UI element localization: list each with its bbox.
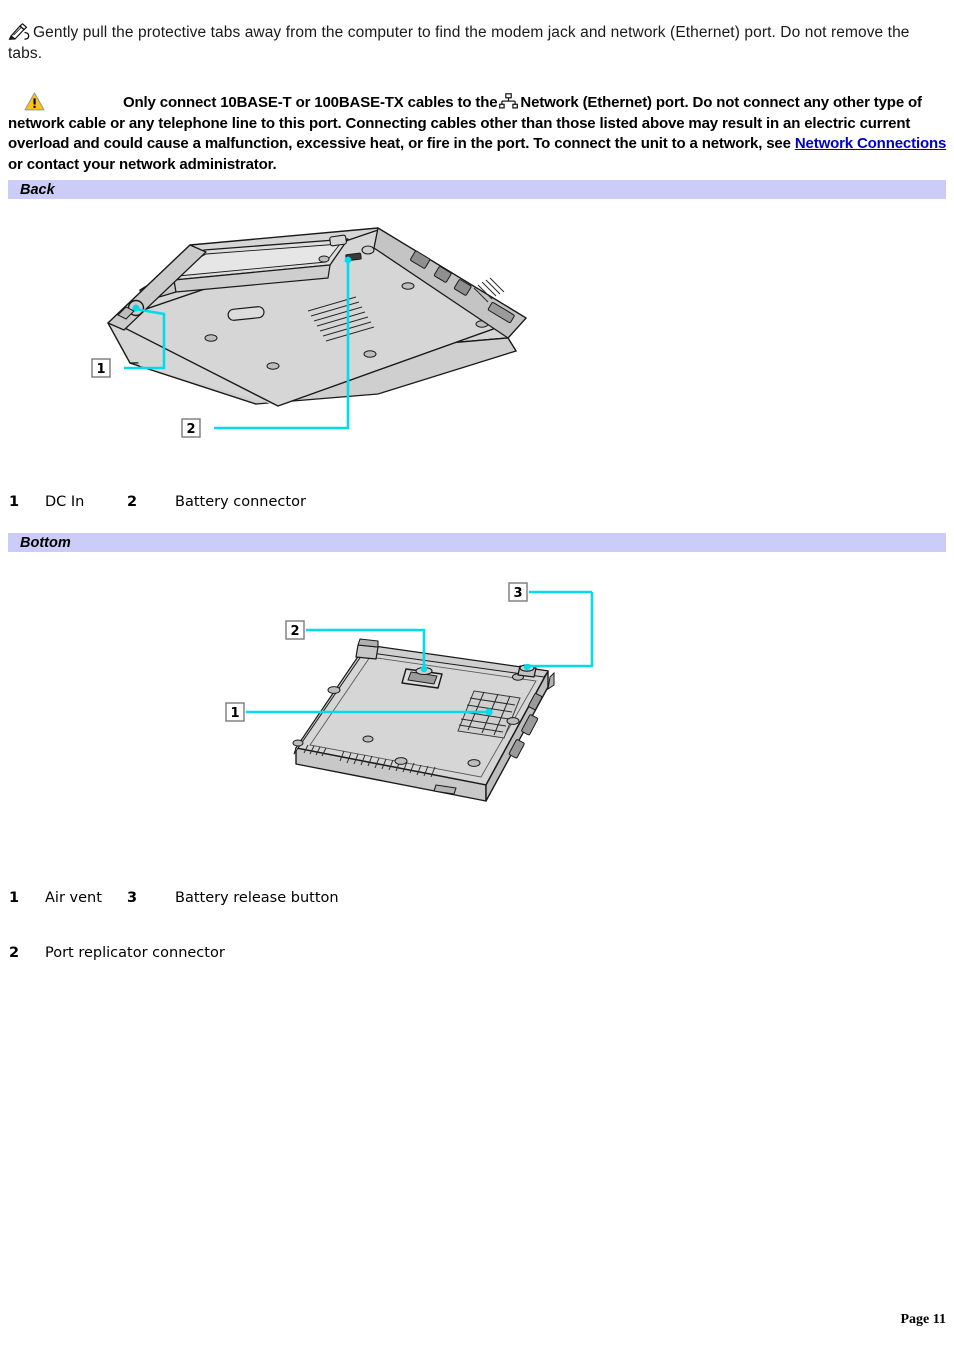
callout-box-2: 2 — [285, 620, 305, 640]
callout-box-1: 1 — [91, 358, 111, 378]
svg-text:2: 2 — [290, 624, 299, 639]
figure-bottom-view: 1 2 3 — [198, 573, 638, 858]
network-ethernet-icon — [499, 93, 519, 110]
callout-box-3: 3 — [508, 582, 528, 602]
svg-text:1: 1 — [230, 706, 239, 721]
legend-back-label-2: Battery connector — [175, 494, 306, 510]
legend-bottom-num-3: 3 — [127, 890, 138, 906]
figure-back-view: 1 2 — [78, 218, 548, 448]
svg-text:3: 3 — [513, 586, 522, 601]
callout-box-1: 1 — [225, 702, 245, 722]
warning-text-before: Only connect 10BASE-T or 100BASE-TX cabl… — [123, 94, 498, 111]
warning-block: Only connect 10BASE-T or 100BASE-TX cabl… — [8, 92, 948, 175]
legend-bottom-row-2: 2 Port replicator connector — [9, 943, 225, 963]
note-block: Gently pull the protective tabs away fro… — [8, 22, 946, 64]
svg-text:1: 1 — [96, 362, 105, 377]
svg-text:2: 2 — [186, 422, 195, 437]
note-paragraph: Gently pull the protective tabs away fro… — [8, 22, 946, 64]
warning-paragraph: Only connect 10BASE-T or 100BASE-TX cabl… — [8, 92, 948, 175]
callout-box-2: 2 — [181, 418, 201, 438]
legend-bottom-label-1: Air vent — [45, 890, 102, 906]
legend-back: 1 DC In 2 Battery connector — [9, 492, 306, 512]
section-header-bottom: Bottom — [8, 533, 946, 552]
legend-bottom-num-2: 2 — [9, 945, 20, 961]
page-footer: Page 11 — [900, 1312, 947, 1327]
section-title-bottom: Bottom — [20, 535, 71, 551]
warning-text-end: or contact your network administrator. — [8, 155, 277, 173]
note-pencil-icon — [8, 23, 30, 40]
legend-bottom-num-1: 1 — [9, 890, 20, 906]
legend-bottom-label-2: Port replicator connector — [45, 945, 225, 961]
legend-back-num-2: 2 — [127, 494, 138, 510]
legend-bottom-label-3: Battery release button — [175, 890, 339, 906]
note-text: Gently pull the protective tabs away fro… — [8, 24, 910, 62]
warning-triangle-icon — [24, 92, 45, 111]
legend-back-num-1: 1 — [9, 494, 20, 510]
legend-bottom-row-1: 1 Air vent 3 Battery release button — [9, 888, 339, 908]
network-connections-link[interactable]: Network Connections — [795, 135, 946, 152]
section-header-back: Back — [8, 180, 946, 199]
document-page: Gently pull the protective tabs away fro… — [0, 0, 954, 1351]
laptop-back-illustration — [107, 227, 527, 407]
legend-back-label-1: DC In — [45, 494, 85, 510]
section-title-back: Back — [20, 182, 55, 198]
